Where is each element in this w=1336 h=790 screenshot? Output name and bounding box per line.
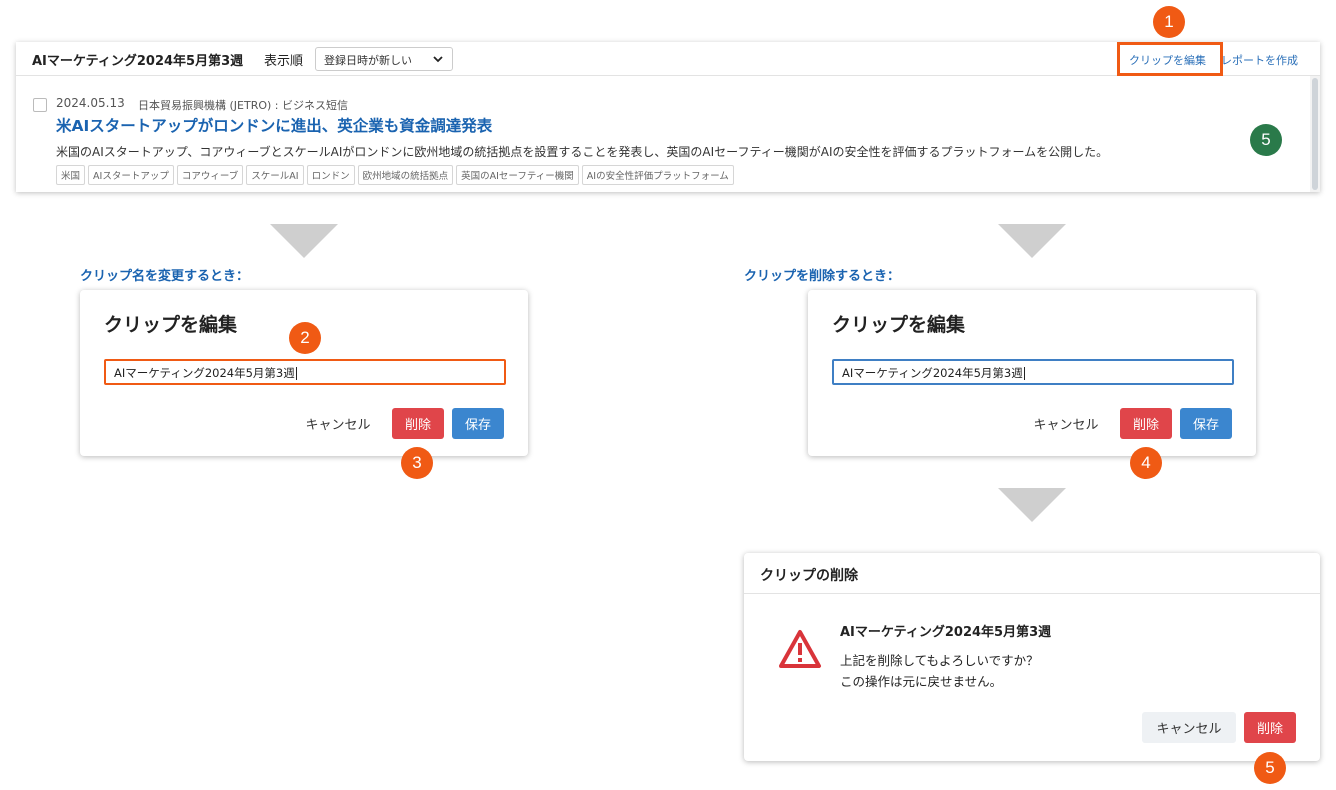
delete-button[interactable]: 削除 (1120, 408, 1172, 439)
save-button[interactable]: 保存 (1180, 408, 1232, 439)
tag[interactable]: コアウィーブ (176, 165, 244, 185)
chevron-down-icon (433, 56, 443, 63)
text-caret (1023, 367, 1025, 380)
step-badge-1: 1 (1153, 6, 1185, 38)
clip-name-input[interactable]: AIマーケティング2024年5月第3週 (832, 359, 1234, 385)
article-source: 日本貿易振興機構 (JETRO) : ビジネス短信 (138, 99, 348, 112)
tag[interactable]: 欧州地域の統括拠点 (357, 165, 454, 185)
clip-title: AIマーケティング2024年5月第3週 (32, 54, 244, 69)
text-caret (295, 367, 297, 380)
flow-arrow-right (998, 224, 1066, 258)
clip-name-value: AIマーケティング2024年5月第3週 (842, 366, 1023, 380)
article-headline[interactable]: 米AIスタートアップがロンドンに進出、英企業も資金調達発表 (56, 114, 492, 136)
article-checkbox[interactable] (33, 98, 47, 112)
clip-list-panel: AIマーケティング2024年5月第3週 表示順 登録日時が新しい クリップを編集… (16, 42, 1320, 192)
confirm-delete-button[interactable]: 削除 (1244, 712, 1296, 743)
tag[interactable]: スケールAI (246, 165, 304, 185)
confirm-warning: この操作は元に戻せません。 (840, 674, 1003, 689)
tag[interactable]: 英国のAIセーフティー機関 (456, 165, 579, 185)
cancel-button[interactable]: キャンセル (1024, 408, 1108, 439)
delete-confirm-dialog: クリップの削除 AIマーケティング2024年5月第3週 上記を削除してもよろしい… (744, 553, 1320, 761)
scrollbar-thumb[interactable] (1312, 78, 1318, 190)
delete-button[interactable]: 削除 (392, 408, 444, 439)
dialog-title: クリップを編集 (104, 314, 238, 336)
sort-label: 表示順 (264, 54, 304, 69)
article-date: 2024.05.13 (56, 96, 125, 110)
confirm-dialog-title: クリップの削除 (760, 568, 858, 584)
save-button[interactable]: 保存 (452, 408, 504, 439)
article-tags: 米国 AIスタートアップ コアウィーブ スケールAI ロンドン 欧州地域の統括拠… (56, 165, 734, 185)
flow-arrow-bottom (998, 488, 1066, 522)
divider (744, 593, 1320, 594)
tag[interactable]: ロンドン (306, 165, 355, 185)
confirm-clip-name: AIマーケティング2024年5月第3週 (840, 625, 1052, 640)
article-summary: 米国のAIスタートアップ、コアウィーブとスケールAIがロンドンに欧州地域の統括拠… (56, 145, 1109, 159)
step-badge-5-top: 5 (1250, 124, 1282, 156)
flow-arrow-left (270, 224, 338, 258)
sort-select-value: 登録日時が新しい (324, 54, 412, 67)
clip-name-input[interactable]: AIマーケティング2024年5月第3週 (104, 359, 506, 385)
tag[interactable]: 米国 (56, 165, 86, 185)
step-badge-2: 2 (289, 322, 321, 354)
clip-name-value: AIマーケティング2024年5月第3週 (114, 366, 295, 380)
edit-clip-link[interactable]: クリップを編集 (1129, 52, 1206, 68)
create-report-link[interactable]: レポートを作成 (1221, 52, 1298, 68)
step-badge-5-bottom: 5 (1254, 752, 1286, 784)
step-badge-4: 4 (1130, 447, 1162, 479)
cancel-button[interactable]: キャンセル (1142, 712, 1236, 743)
edit-clip-dialog-delete: クリップを編集 AIマーケティング2024年5月第3週 キャンセル 削除 保存 (808, 290, 1256, 456)
delete-caption: クリップを削除するとき： (744, 269, 901, 284)
tag[interactable]: AIの安全性評価プラットフォーム (581, 165, 734, 185)
edit-clip-dialog-rename: クリップを編集 AIマーケティング2024年5月第3週 キャンセル 削除 保存 (80, 290, 528, 456)
dialog-title: クリップを編集 (832, 314, 966, 336)
warning-icon (779, 630, 821, 668)
sort-select[interactable]: 登録日時が新しい (315, 47, 453, 71)
cancel-button[interactable]: キャンセル (296, 408, 380, 439)
step-badge-3: 3 (401, 447, 433, 479)
rename-caption: クリップ名を変更するとき： (80, 269, 250, 284)
confirm-message: 上記を削除してもよろしいですか？ (840, 653, 1039, 668)
tag[interactable]: AIスタートアップ (88, 165, 174, 185)
